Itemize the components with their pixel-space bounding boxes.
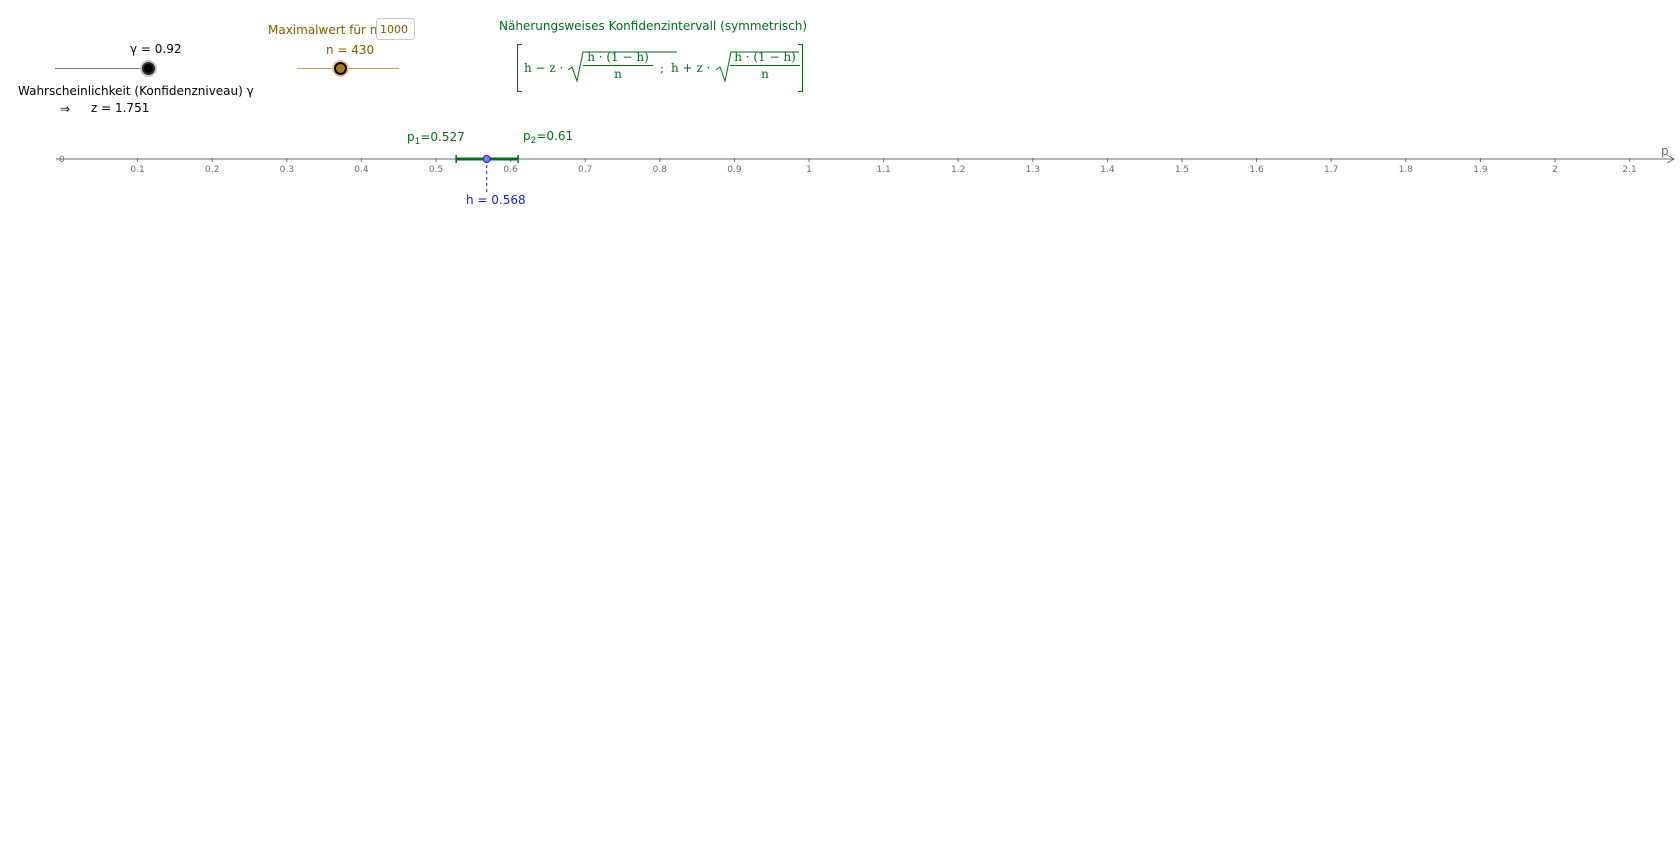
axis-variable-label: p [1661,144,1669,158]
p2-label: p2=0.61 [523,129,573,146]
h-label: h = 0.568 [466,193,526,207]
axis-tick-label: 1.5 [1175,165,1189,175]
axis-tick-label: 0.7 [578,165,592,175]
axis-tick-label: 1 [806,165,812,175]
axis-tick-label: 0.4 [354,165,369,175]
axis-tick-label: 0.9 [727,165,742,175]
axis-tick-label: 1.1 [876,165,890,175]
axis-tick-label: 1.8 [1399,165,1414,175]
axis-tick-label: 0.5 [429,165,443,175]
axis-tick-label: 2 [1552,165,1558,175]
axis-zero-label: 0 [59,155,65,165]
axis-tick-label: 1.7 [1324,165,1338,175]
h-point[interactable] [482,155,491,163]
number-line: 0 0.1 0.2 0.3 0.4 0.5 0.6 0.7 0.8 0.9 1 1.1 1.2 1.3 1.… [56,129,1676,207]
axis-tick-label: 1.4 [1100,165,1115,175]
axis-tick-label: 0.3 [280,165,294,175]
axis-tick-label: 0.1 [130,165,144,175]
axis-tick-label: 1.3 [1026,165,1040,175]
axis-tick-label: 0.2 [205,165,219,175]
axis-tick-label: 0.6 [503,165,518,175]
p1-label: p1=0.527 [407,130,465,147]
axis-tick-label: 0.8 [653,165,668,175]
axis-tick-label: 2.1 [1622,165,1636,175]
axis-tick-label: 1.6 [1249,165,1264,175]
axis-tick-label: 1.2 [951,165,965,175]
axis-tick-label: 1.9 [1473,165,1488,175]
